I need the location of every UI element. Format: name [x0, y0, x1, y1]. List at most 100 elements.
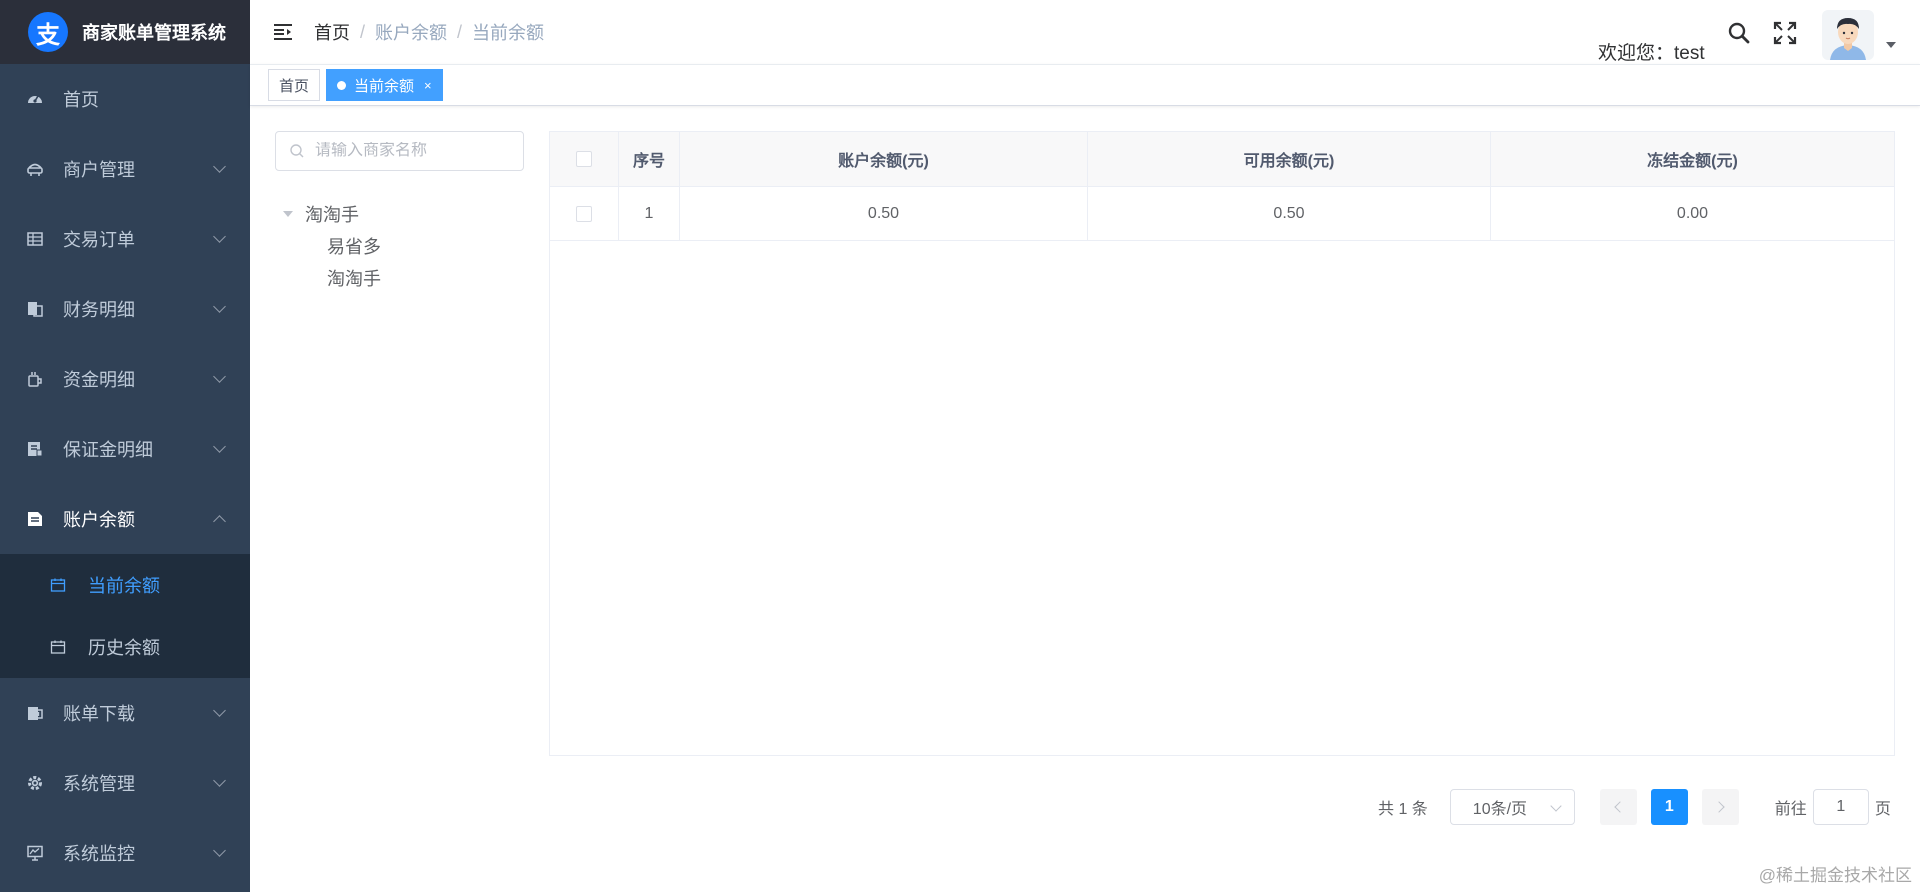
tree-node-child[interactable]: 淘淘手: [283, 262, 381, 294]
chevron-down-icon: [1550, 800, 1562, 812]
tag-label: 当前余额: [354, 77, 415, 95]
cell-available: 0.50: [1088, 187, 1491, 240]
tag-current-balance[interactable]: 当前余额 ×: [326, 69, 443, 101]
merchant-search-field[interactable]: [275, 131, 524, 171]
finance-icon: [26, 300, 44, 318]
gear-icon: [26, 774, 44, 792]
chevron-down-icon: [213, 370, 226, 383]
dashboard-icon: [26, 90, 44, 108]
chevron-left-icon: [1614, 801, 1626, 813]
funds-icon: [26, 370, 44, 388]
select-all-checkbox[interactable]: [576, 151, 592, 167]
pagination-total: 共 1 条: [1378, 801, 1428, 818]
alipay-logo-icon: 支: [28, 12, 68, 52]
sidebar-item-funds[interactable]: 资金明细: [0, 344, 250, 414]
breadcrumb-account-balance: 账户余额: [375, 23, 448, 43]
sidebar-item-system-monitor[interactable]: 系统监控: [0, 818, 250, 888]
chevron-up-icon: [213, 515, 226, 528]
brand[interactable]: 支 商家账单管理系统: [0, 0, 250, 64]
user-avatar[interactable]: [1822, 10, 1874, 60]
page-size-select[interactable]: 10条/页: [1449, 789, 1575, 825]
row-select-cell: [550, 187, 619, 240]
calendar-icon: [50, 577, 66, 593]
deposit-icon: [26, 440, 44, 458]
breadcrumb-current-balance: 当前余额: [472, 23, 545, 43]
fullscreen-icon[interactable]: [1772, 20, 1798, 46]
sidebar-item-label: 账户余额: [63, 510, 135, 530]
download-icon: [26, 704, 44, 722]
chevron-down-icon: [213, 230, 226, 243]
sidebar-item-label: 系统管理: [63, 774, 135, 794]
merchant-search-input[interactable]: [315, 142, 515, 160]
sidebar-item-orders[interactable]: 交易订单: [0, 204, 250, 274]
app-title: 商家账单管理系统: [82, 23, 226, 43]
sidebar: 支 商家账单管理系统 首页 商户管理 交易订单 财务明细 资金明细 保证金明细 …: [0, 0, 250, 892]
tags-view: 首页 当前余额 ×: [250, 64, 1920, 106]
tree-node-root[interactable]: 淘淘手: [283, 198, 381, 230]
column-header-index: 序号: [619, 132, 680, 186]
caret-down-icon[interactable]: [1886, 42, 1896, 48]
sidebar-item-label: 系统监控: [63, 844, 135, 864]
sidebar-subitem-current-balance[interactable]: 当前余额: [0, 554, 250, 616]
sidebar-item-account-balance[interactable]: 账户余额: [0, 484, 250, 554]
chevron-down-icon: [213, 704, 226, 717]
sidebar-item-system-settings[interactable]: 系统管理: [0, 748, 250, 818]
merchant-icon: [26, 160, 44, 178]
chevron-down-icon: [213, 844, 226, 857]
order-table-icon: [26, 230, 44, 248]
chevron-right-icon: [1713, 801, 1725, 813]
submenu-account-balance: 当前余额 历史余额: [0, 554, 250, 678]
column-header-available: 可用余额(元): [1088, 132, 1491, 186]
goto-label: 前往: [1774, 801, 1807, 818]
page-suffix: 页: [1874, 801, 1891, 818]
document-icon: [26, 510, 44, 528]
watermark: @稀土掘金技术社区: [1758, 866, 1912, 885]
breadcrumb: 首页 / 账户余额 / 当前余额: [314, 19, 544, 45]
page-size-value: 10条/页: [1472, 801, 1528, 818]
search-icon: [289, 143, 305, 159]
caret-down-icon[interactable]: [283, 211, 293, 217]
hamburger-menu-icon[interactable]: [272, 21, 294, 43]
sidebar-item-label: 财务明细: [63, 300, 135, 320]
chevron-down-icon: [213, 160, 226, 173]
sidebar-item-label: 首页: [63, 90, 99, 110]
sidebar-item-label: 资金明细: [63, 370, 135, 390]
tree-node-child[interactable]: 易省多: [283, 230, 381, 262]
sidebar-item-label: 商户管理: [63, 160, 135, 180]
sidebar-subitem-history-balance[interactable]: 历史余额: [0, 616, 250, 678]
breadcrumb-separator: /: [360, 21, 366, 42]
search-icon[interactable]: [1726, 20, 1752, 46]
prev-page-button[interactable]: [1599, 789, 1637, 825]
sidebar-item-label: 交易订单: [63, 230, 135, 250]
header-select-cell: [550, 132, 619, 186]
column-header-frozen: 冻结金额(元): [1647, 153, 1738, 170]
goto-page-input[interactable]: [1812, 789, 1869, 825]
sidebar-subitem-label: 当前余额: [88, 576, 160, 596]
sidebar-item-bill-download[interactable]: 账单下载: [0, 678, 250, 748]
close-icon[interactable]: ×: [424, 78, 432, 93]
sidebar-item-home[interactable]: 首页: [0, 64, 250, 134]
tree-node-label: 淘淘手: [305, 205, 359, 225]
table-row[interactable]: 1 0.50 0.50 0.00: [550, 187, 1894, 241]
sidebar-item-deposit[interactable]: 保证金明细: [0, 414, 250, 484]
monitor-icon: [26, 844, 44, 862]
navbar: 首页 / 账户余额 / 当前余额 欢迎您：test: [250, 0, 1920, 64]
welcome-text: 欢迎您：test: [1598, 43, 1705, 64]
balance-table: 序号 账户余额(元) 可用余额(元) 冻结金额(元) 1 0.50 0.50 0…: [549, 131, 1895, 756]
active-dot-icon: [337, 80, 347, 90]
tag-home[interactable]: 首页: [268, 69, 321, 101]
calendar-icon: [50, 639, 66, 655]
cell-frozen: 0.00: [1676, 204, 1709, 222]
cell-balance: 0.50: [680, 187, 1088, 240]
sidebar-item-finance[interactable]: 财务明细: [0, 274, 250, 344]
row-checkbox[interactable]: [576, 205, 592, 222]
page-number-button[interactable]: 1: [1650, 789, 1688, 825]
chevron-down-icon: [213, 300, 226, 313]
chevron-down-icon: [213, 774, 226, 787]
merchant-tree: 淘淘手 易省多 淘淘手: [283, 198, 381, 294]
breadcrumb-home[interactable]: 首页: [314, 19, 350, 45]
table-header-row: 序号 账户余额(元) 可用余额(元) 冻结金额(元): [550, 132, 1894, 187]
sidebar-subitem-label: 历史余额: [88, 638, 160, 658]
next-page-button[interactable]: [1701, 789, 1739, 825]
sidebar-item-merchants[interactable]: 商户管理: [0, 134, 250, 204]
